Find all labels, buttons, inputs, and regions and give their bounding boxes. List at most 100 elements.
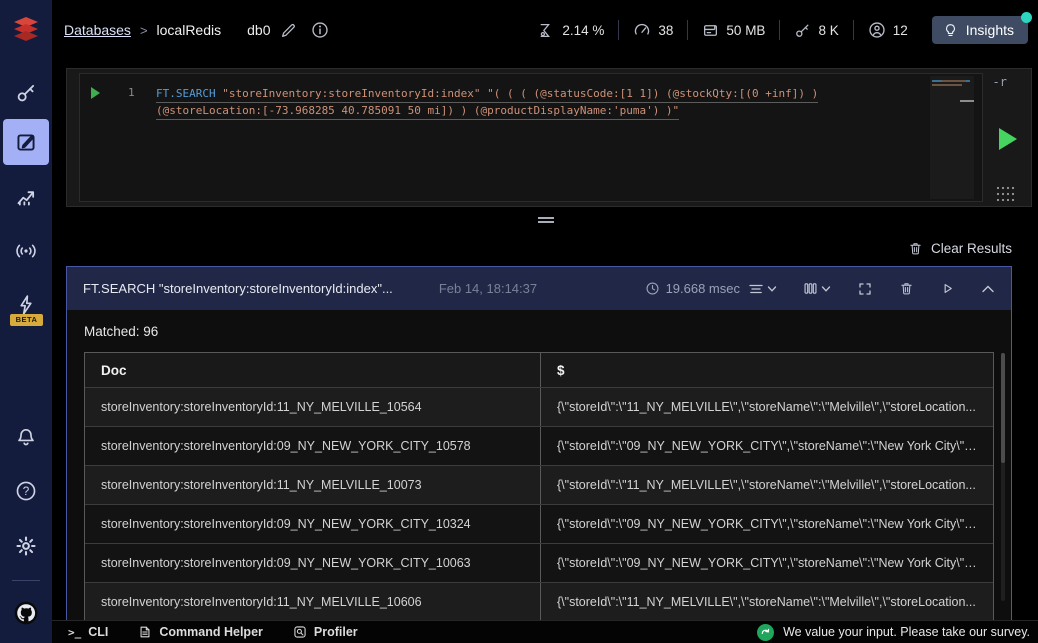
- table-row: storeInventory:storeInventoryId:09_NY_NE…: [85, 426, 993, 465]
- query-editor[interactable]: 1 FT.SEARCH "storeInventory:storeInvento…: [79, 73, 983, 202]
- user-icon: [869, 22, 885, 38]
- table-row: storeInventory:storeInventoryId:11_NY_ME…: [85, 582, 993, 621]
- doc-cell: storeInventory:storeInventoryId:11_NY_ME…: [85, 466, 541, 504]
- gear-icon: [16, 536, 36, 556]
- redis-logo-icon: [14, 17, 38, 41]
- insights-notification-dot: [1021, 12, 1032, 23]
- info-icon: [312, 22, 329, 38]
- editor-code[interactable]: FT.SEARCH "storeInventory:storeInventory…: [156, 86, 819, 120]
- result-card-header[interactable]: FT.SEARCH "storeInventory:storeInventory…: [67, 267, 1011, 310]
- key-icon: [17, 84, 35, 102]
- sidebar-item-help[interactable]: ?: [0, 468, 52, 514]
- workbench-editor-panel: 1 FT.SEARCH "storeInventory:storeInvento…: [66, 68, 1032, 207]
- chevron-down-icon: [821, 285, 831, 292]
- columns-icon: [804, 283, 817, 294]
- result-timestamp: Feb 14, 18:14:37: [438, 281, 538, 296]
- sidebar: BETA ?: [0, 0, 52, 643]
- key-icon: [796, 24, 809, 37]
- pencil-icon: [282, 23, 296, 37]
- stat-cpu: 2.14 %: [538, 22, 604, 39]
- insights-label: Insights: [965, 22, 1014, 38]
- database-info-button[interactable]: [311, 21, 329, 39]
- minimap-slider[interactable]: [960, 100, 974, 102]
- value-cell: {\"storeId\":\"11_NY_MELVILLE\",\"storeN…: [557, 400, 976, 414]
- sidebar-item-settings[interactable]: [0, 523, 52, 569]
- command-helper-toggle[interactable]: Command Helper: [138, 625, 263, 639]
- svg-text:?: ?: [23, 485, 30, 498]
- help-icon: ?: [16, 481, 36, 501]
- fullscreen-button[interactable]: [857, 281, 873, 297]
- table-scrollbar-thumb[interactable]: [1001, 353, 1005, 463]
- code-keyword: FT.SEARCH: [156, 87, 216, 100]
- fullscreen-icon: [859, 282, 871, 295]
- editor-line-number: 1: [128, 86, 135, 99]
- sidebar-item-browser[interactable]: [0, 70, 52, 116]
- sidebar-item-github[interactable]: [0, 596, 52, 630]
- result-query-title: FT.SEARCH "storeInventory:storeInventory…: [83, 281, 393, 296]
- run-line-button[interactable]: [91, 87, 100, 99]
- edit-database-button[interactable]: [280, 22, 297, 39]
- panel-resize-handle[interactable]: [538, 217, 554, 224]
- query-result-card: FT.SEARCH "storeInventory:storeInventory…: [66, 266, 1012, 643]
- sidebar-item-notifications[interactable]: [0, 414, 52, 460]
- table-scrollbar[interactable]: [1001, 353, 1005, 601]
- stat-separator: [687, 20, 689, 40]
- doc-cell: storeInventory:storeInventoryId:09_NY_NE…: [85, 544, 541, 582]
- stat-keys: 8 K: [794, 22, 839, 39]
- lightbulb-icon: [945, 23, 955, 36]
- table-row: storeInventory:storeInventoryId:11_NY_ME…: [85, 465, 993, 504]
- sidebar-item-pubsub[interactable]: [0, 228, 52, 274]
- profiler-label: Profiler: [313, 625, 358, 639]
- analytics-icon: [17, 191, 35, 206]
- bottom-toolbar: >_ CLI Command Helper Profiler We value …: [52, 620, 1038, 643]
- trash-icon: [901, 283, 912, 295]
- stat-cpu-value: 2.14 %: [562, 22, 605, 38]
- chevron-up-icon: [982, 285, 994, 292]
- insights-button[interactable]: Insights: [931, 12, 1032, 44]
- stat-clients: 12: [868, 21, 908, 39]
- query-duration: 19.668 msec: [645, 281, 740, 296]
- profile-view-button[interactable]: [748, 282, 777, 296]
- sidebar-item-analytics[interactable]: [0, 174, 52, 220]
- collapse-result-button[interactable]: [981, 284, 995, 294]
- column-header-doc: Doc: [85, 353, 541, 387]
- breadcrumb-database-name: localRedis: [156, 22, 222, 38]
- clear-results-button[interactable]: Clear Results: [66, 236, 1012, 260]
- doc-cell: storeInventory:storeInventoryId:09_NY_NE…: [85, 427, 541, 465]
- drag-handle-icon[interactable]: [995, 185, 1015, 203]
- value-cell: {\"storeId\":\"09_NY_NEW_YORK_CITY\",\"s…: [557, 517, 982, 531]
- sidebar-divider: [12, 580, 40, 581]
- redis-logo: [0, 0, 52, 60]
- workbench-icon: [17, 134, 35, 151]
- delete-result-button[interactable]: [899, 281, 914, 296]
- redisinsight-app: BETA ? Databases > localRedis db0 2.14 %…: [0, 0, 1038, 643]
- database-stats: 2.14 % 38 50 MB 8 K 12: [538, 20, 908, 40]
- github-icon: [14, 601, 38, 625]
- terminal-prompt-icon: >_: [68, 625, 82, 639]
- cli-toggle[interactable]: >_ CLI: [68, 625, 108, 639]
- stat-separator: [779, 20, 781, 40]
- db-index-label: db0: [247, 22, 271, 38]
- run-query-button[interactable]: [999, 128, 1017, 150]
- clear-results-label: Clear Results: [930, 240, 1012, 256]
- cli-label: CLI: [88, 625, 109, 639]
- matched-count: Matched: 96: [84, 324, 159, 339]
- survey-icon: [757, 623, 775, 641]
- profiler-toggle[interactable]: Profiler: [293, 625, 358, 639]
- pubsub-icon: [16, 244, 36, 258]
- editor-minimap[interactable]: [930, 76, 974, 199]
- table-row: storeInventory:storeInventoryId:09_NY_NE…: [85, 504, 993, 543]
- survey-text: We value your input. Please take our sur…: [783, 625, 1030, 639]
- column-header-value: $: [557, 362, 565, 378]
- table-header-row: Doc $: [85, 353, 993, 387]
- stat-memory-value: 50 MB: [726, 22, 766, 38]
- view-mode-button[interactable]: [803, 281, 831, 296]
- value-cell: {\"storeId\":\"11_NY_MELVILLE\",\"storeN…: [557, 478, 976, 492]
- code-line2: (@storeLocation:[-73.968285 40.785091 50…: [156, 103, 680, 120]
- survey-link[interactable]: We value your input. Please take our sur…: [757, 623, 1030, 641]
- clock-icon: [646, 282, 659, 295]
- sidebar-item-workbench[interactable]: [3, 119, 49, 165]
- breadcrumb-databases-link[interactable]: Databases: [64, 22, 131, 38]
- gauge-icon: [635, 23, 650, 35]
- rerun-query-button[interactable]: [940, 281, 955, 296]
